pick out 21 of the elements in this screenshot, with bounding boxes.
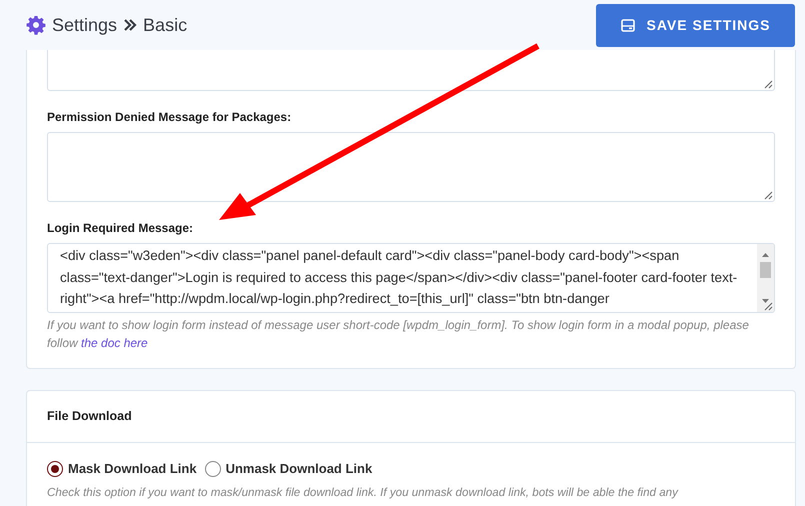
settings-icon xyxy=(26,15,46,35)
page-title: Settings xyxy=(52,14,118,37)
field-label: Login Required Message: xyxy=(47,220,194,237)
radio-button[interactable] xyxy=(204,460,221,476)
resize-handle-icon[interactable] xyxy=(764,191,773,200)
text-area[interactable]: <div class="w3eden"><div class="panel panel-default card"><div class="panel-body card-body"><span class="text-danger">Login is required to access this page</span></div><div class="panel-footer card-footer text-right"><a href="http://wpdm.local/wp-login.php?redirect_to=[this_url]" class="btn btn-danger xyxy=(47,243,775,313)
help-text: If you want to show login form instead of message user short-code [wpdm_login_form]. To show login form in a modal popup, please follow the doc here xyxy=(47,317,750,352)
radio-button[interactable] xyxy=(47,460,63,476)
chevrons-icon xyxy=(123,18,138,32)
save-button[interactable]: SAVE SETTINGS xyxy=(596,4,795,46)
section-title: File Download xyxy=(27,391,795,443)
doc-link[interactable]: the doc here xyxy=(81,336,148,350)
page-subtitle: Basic xyxy=(143,14,188,36)
field-label: Permission Denied Message for Packages: xyxy=(47,109,292,126)
save-icon xyxy=(620,18,634,32)
help-text: Check this option if you want to mask/unmask file download link. If you unmask download link, bots will be able the find any xyxy=(47,485,680,502)
radio-option[interactable]: Mask Download Link xyxy=(47,458,197,478)
resize-handle-icon[interactable] xyxy=(764,80,773,89)
scrollbar[interactable] xyxy=(757,244,774,312)
radio-option[interactable]: Unmask Download Link xyxy=(204,458,372,478)
resize-handle-icon[interactable] xyxy=(764,302,773,311)
